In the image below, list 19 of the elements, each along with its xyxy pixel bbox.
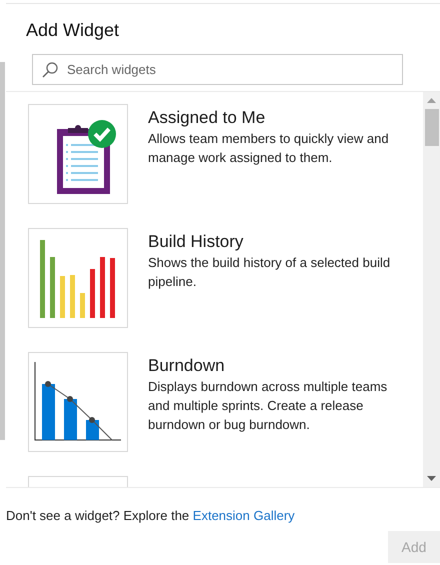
widget-name[interactable]: Build History (148, 231, 393, 253)
search-field[interactable]: Search widgets (32, 54, 403, 85)
list-scrollbar[interactable] (423, 92, 440, 487)
search-icon (42, 62, 58, 78)
widget-thumbnail[interactable] (28, 352, 128, 452)
widget-description: Allows team members to quickly view and manage work assigned to them. (148, 130, 390, 167)
widget-description: Displays burndown across multiple teams and multiple sprints. Create a release burndown or bug burndown. (148, 378, 388, 434)
scroll-down-icon[interactable] (427, 476, 436, 481)
footer-text: Don't see a widget? Explore the Extension Gallery (6, 508, 296, 523)
widget-thumbnail[interactable] (28, 228, 128, 328)
widget-name[interactable]: Burndown (148, 355, 393, 377)
bar-chart-icon (38, 238, 118, 318)
extension-gallery-link[interactable]: Extension Gallery (192, 508, 295, 523)
widget-description: Shows the build history of a selected build pipeline. (148, 254, 392, 291)
widget-name[interactable]: Assigned to Me (148, 107, 393, 129)
scrollbar-thumb[interactable] (424, 109, 438, 146)
widget-thumbnail[interactable] (28, 104, 128, 204)
burndown-chart-icon (33, 362, 123, 442)
dialog-title: Add Widget (26, 20, 120, 41)
